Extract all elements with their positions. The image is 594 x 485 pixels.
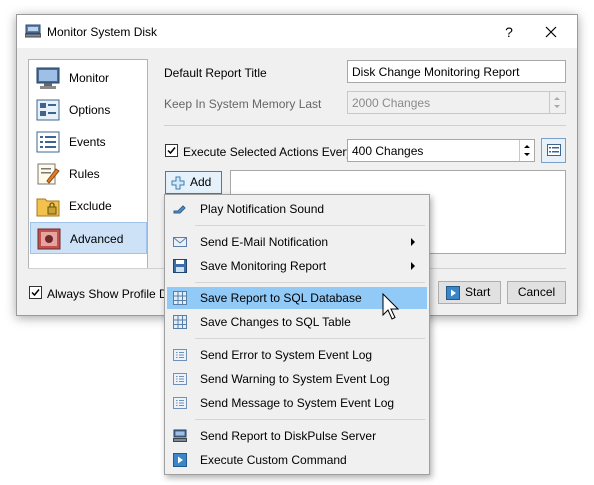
log-icon [173,397,187,409]
menu-item-label: Send E-Mail Notification [200,235,329,249]
plus-icon [171,176,185,190]
table-icon [173,291,187,305]
sidebar-item-exclude[interactable]: Exclude [30,190,147,222]
memory-label: Keep In System Memory Last [164,97,322,111]
sidebar-item-events[interactable]: Events [30,126,147,158]
checkmark-icon [167,147,176,155]
add-action-menu: Play Notification Sound Send E-Mail Noti… [164,194,430,475]
menu-item-save-report[interactable]: Save Monitoring Report [167,255,427,277]
events-icon [36,131,60,153]
sidebar-item-rules[interactable]: Rules [30,158,147,190]
sidebar-item-label: Rules [69,167,100,181]
menu-item-label: Save Report to SQL Database [200,291,362,305]
stepper-arrows-icon [524,145,530,156]
close-icon[interactable] [539,20,563,44]
add-button-label: Add [190,175,212,189]
stepper-arrows-icon [554,97,560,108]
table-icon [173,315,187,329]
log-icon [173,349,187,361]
title-bar[interactable]: Monitor System Disk ? [17,15,577,48]
section-divider [164,125,566,126]
sidebar-item-advanced[interactable]: Advanced [30,222,147,254]
menu-item-message-event-log[interactable]: Send Message to System Event Log [167,392,427,414]
menu-item-label: Send Message to System Event Log [200,396,395,410]
execute-interval-input[interactable]: 400 Changes [347,139,535,162]
memory-stepper[interactable] [549,92,564,113]
play-icon [446,286,460,300]
menu-separator [195,225,425,226]
menu-item-label: Send Error to System Event Log [200,348,373,362]
report-title-label: Default Report Title [164,66,267,80]
menu-item-send-email[interactable]: Send E-Mail Notification [167,231,427,253]
add-button[interactable]: Add [165,171,222,194]
window-title: Monitor System Disk [47,25,158,39]
advanced-icon [37,228,61,250]
submenu-arrow-icon [411,262,415,270]
floppy-icon [173,259,187,273]
server-icon [173,429,187,442]
sidebar-item-label: Monitor [69,71,110,85]
menu-item-label: Execute Custom Command [200,453,347,467]
report-title-input[interactable]: Disk Change Monitoring Report [347,60,566,83]
menu-item-label: Send Warning to System Event Log [200,372,390,386]
mouse-cursor-icon [382,293,400,320]
cancel-button[interactable]: Cancel [507,281,566,304]
submenu-arrow-icon [411,238,415,246]
help-button[interactable]: ? [499,22,519,42]
sidebar-item-label: Options [69,103,111,117]
sidebar-item-label: Exclude [69,199,112,213]
menu-item-label: Send Report to DiskPulse Server [200,429,377,443]
menu-separator [195,338,425,339]
exclude-icon [36,198,60,217]
menu-item-custom-command[interactable]: Execute Custom Command [167,449,427,471]
menu-item-warning-event-log[interactable]: Send Warning to System Event Log [167,368,427,390]
rules-icon [37,163,60,185]
sidebar-item-label: Events [69,135,106,149]
menu-item-diskpulse-server[interactable]: Send Report to DiskPulse Server [167,425,427,447]
play-icon [173,453,187,467]
menu-item-label: Save Changes to SQL Table [200,315,351,329]
options-icon [36,99,60,121]
checkmark-icon [31,289,40,297]
log-icon [173,373,187,385]
sidebar-item-label: Advanced [70,232,124,246]
menu-separator [195,282,425,283]
memory-input[interactable]: 2000 Changes [347,91,566,114]
menu-item-error-event-log[interactable]: Send Error to System Event Log [167,344,427,366]
disk-app-icon [25,24,41,38]
start-button-label: Start [465,285,491,299]
sidebar-item-options[interactable]: Options [30,94,147,126]
always-show-checkbox[interactable] [29,286,42,299]
execute-stepper[interactable] [519,140,534,161]
speaker-icon [173,205,186,214]
sidebar: Monitor Options Events Rules Exclude Adv… [28,59,148,269]
envelope-icon [173,237,187,247]
execute-checkbox[interactable] [165,144,178,157]
sidebar-item-monitor[interactable]: Monitor [30,62,147,94]
menu-item-label: Save Monitoring Report [200,259,327,273]
always-show-label: Always Show Profile Dial [47,287,165,301]
actions-list-button[interactable] [541,138,566,163]
menu-item-label: Play Notification Sound [200,202,325,216]
start-button[interactable]: Start [438,281,501,304]
monitor-icon [36,67,60,89]
list-icon [546,144,561,156]
menu-item-play-sound[interactable]: Play Notification Sound [167,198,427,220]
execute-label: Execute Selected Actions Every [183,145,353,159]
menu-separator [195,419,425,420]
